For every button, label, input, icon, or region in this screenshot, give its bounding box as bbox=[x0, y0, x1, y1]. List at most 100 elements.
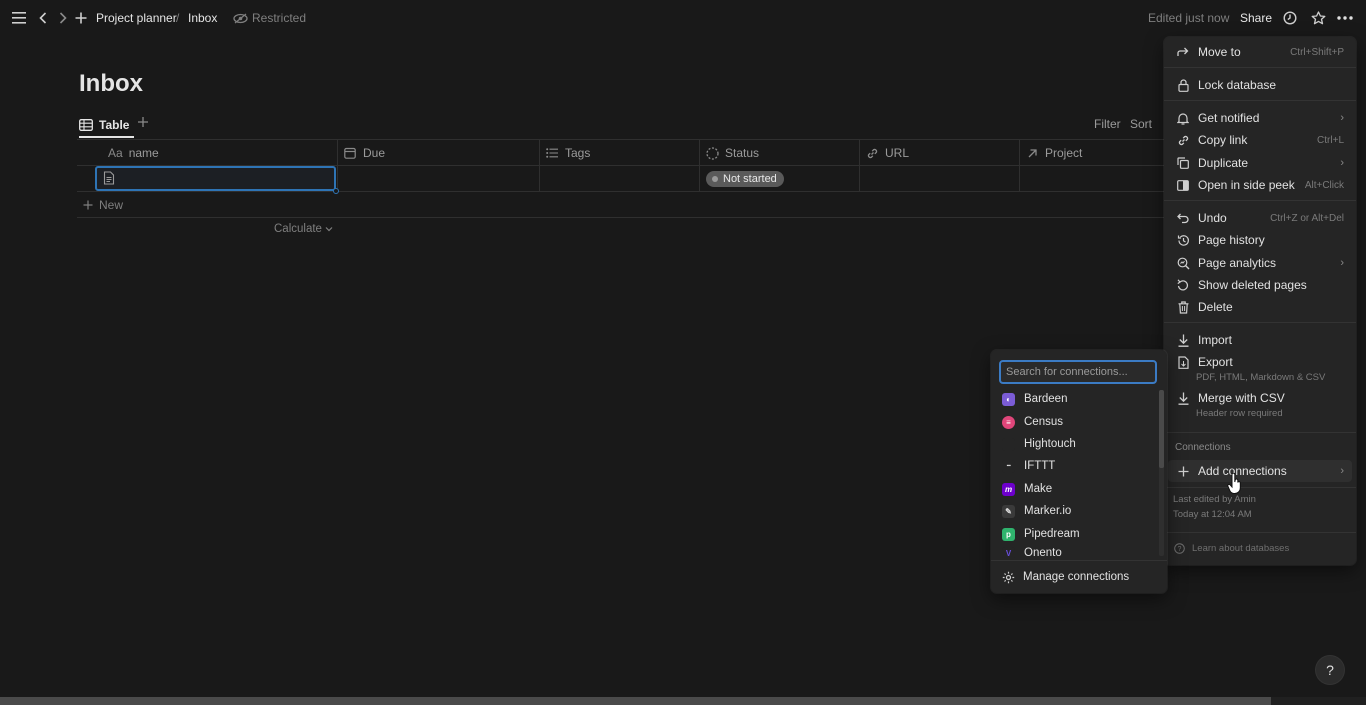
plus-icon[interactable] bbox=[72, 9, 90, 27]
column-divider bbox=[1019, 139, 1020, 191]
connections-search-input[interactable] bbox=[999, 360, 1157, 384]
menu-item-lock-database[interactable]: Lock database bbox=[1168, 74, 1352, 96]
undo-icon bbox=[1176, 211, 1190, 225]
shortcut-hint: Ctrl+L bbox=[1317, 134, 1344, 146]
connection-name: Census bbox=[1024, 416, 1063, 428]
breadcrumb-separator: / bbox=[176, 11, 180, 25]
duplicate-icon bbox=[1176, 156, 1190, 170]
menu-item-label: Delete bbox=[1198, 300, 1233, 314]
connection-item-bardeen[interactable]: ◐ Bardeen bbox=[997, 389, 1147, 409]
manage-connections-button[interactable]: Manage connections bbox=[997, 567, 1157, 587]
menu-item-import[interactable]: Import bbox=[1168, 329, 1352, 351]
name-cell-editor[interactable] bbox=[95, 166, 336, 191]
chevron-down-icon bbox=[325, 227, 333, 232]
import-icon bbox=[1176, 333, 1190, 347]
horizontal-scrollbar[interactable] bbox=[0, 697, 1271, 705]
column-header-label: Tags bbox=[565, 146, 591, 160]
column-header-url[interactable]: URL bbox=[865, 144, 909, 162]
connection-item-make[interactable]: m Make bbox=[997, 479, 1147, 499]
menu-item-open-side-peek[interactable]: Open in side peek Alt+Click bbox=[1168, 174, 1352, 196]
share-button[interactable]: Share bbox=[1240, 11, 1272, 25]
help-button[interactable]: ? bbox=[1316, 656, 1344, 684]
status-badge[interactable]: Not started bbox=[706, 171, 784, 187]
add-view-plus-icon[interactable] bbox=[137, 116, 151, 130]
column-header-tags[interactable]: Tags bbox=[545, 144, 590, 162]
help-circle-icon: ? bbox=[1174, 543, 1185, 554]
merge-csv-subtitle: Header row required bbox=[1196, 408, 1283, 419]
menu-item-merge-csv[interactable]: Merge with CSV bbox=[1168, 387, 1352, 409]
connection-name: Bardeen bbox=[1024, 393, 1068, 405]
shortcut-hint: Ctrl+Shift+P bbox=[1290, 46, 1344, 58]
bell-icon bbox=[1176, 111, 1190, 125]
menu-item-copy-link[interactable]: Copy link Ctrl+L bbox=[1168, 129, 1352, 151]
calculate-label: Calculate bbox=[274, 223, 322, 235]
column-header-status[interactable]: Status bbox=[705, 144, 759, 162]
menu-item-label: Export bbox=[1198, 355, 1233, 369]
last-edited-time: Today at 12:04 AM bbox=[1173, 509, 1252, 520]
bardeen-logo-icon: ◐ bbox=[1002, 392, 1015, 406]
menu-item-show-deleted-pages[interactable]: Show deleted pages bbox=[1168, 274, 1352, 296]
menu-item-label: Get notified bbox=[1198, 111, 1260, 125]
back-arrow-icon[interactable] bbox=[34, 9, 52, 27]
sort-button[interactable]: Sort bbox=[1130, 117, 1152, 131]
new-row-button[interactable]: New bbox=[83, 198, 123, 212]
learn-about-databases-link[interactable]: ? Learn about databases bbox=[1174, 543, 1289, 554]
calculate-button[interactable]: Calculate bbox=[274, 223, 333, 235]
shortcut-hint: Ctrl+Z or Alt+Del bbox=[1270, 212, 1344, 224]
new-row-label: New bbox=[99, 198, 124, 212]
menu-item-undo[interactable]: Undo Ctrl+Z or Alt+Del bbox=[1168, 207, 1352, 229]
page-title[interactable]: Inbox bbox=[79, 70, 143, 98]
chevron-right-icon: › bbox=[1340, 465, 1344, 477]
menu-item-label: Copy link bbox=[1198, 133, 1248, 147]
menu-item-export[interactable]: Export bbox=[1168, 351, 1352, 373]
connection-item-ifttt[interactable]: ▪▪▪ IFTTT bbox=[997, 456, 1147, 476]
menu-item-label: Undo bbox=[1198, 211, 1227, 225]
restricted-label[interactable]: Restricted bbox=[252, 11, 306, 25]
filter-button[interactable]: Filter bbox=[1094, 117, 1121, 131]
connections-scrollbar[interactable] bbox=[1159, 390, 1164, 468]
favorite-star-icon[interactable] bbox=[1309, 9, 1327, 27]
connection-item-census[interactable]: ≡ Census bbox=[997, 412, 1147, 432]
menu-item-label: Import bbox=[1198, 333, 1233, 347]
calendar-icon bbox=[343, 146, 357, 160]
cell-resize-handle[interactable] bbox=[333, 188, 339, 194]
connection-name: Onento bbox=[1024, 547, 1062, 558]
breadcrumb-page[interactable]: Inbox bbox=[188, 11, 217, 25]
menu-item-duplicate[interactable]: Duplicate › bbox=[1168, 152, 1352, 174]
status-icon bbox=[705, 146, 719, 160]
menu-item-label: Lock database bbox=[1198, 78, 1277, 92]
sidebar-menu-icon[interactable] bbox=[10, 9, 28, 27]
view-tab-table[interactable]: Table bbox=[79, 112, 129, 138]
column-header-project[interactable]: Project bbox=[1025, 144, 1082, 162]
lock-icon bbox=[1176, 78, 1190, 92]
menu-item-delete[interactable]: Delete bbox=[1168, 296, 1352, 318]
plus-icon bbox=[1176, 464, 1190, 478]
column-header-label: Status bbox=[725, 146, 760, 160]
forward-arrow-icon[interactable] bbox=[54, 9, 72, 27]
merge-download-icon bbox=[1176, 391, 1190, 405]
edited-status: Edited just now bbox=[1148, 11, 1230, 25]
column-header-label: URL bbox=[885, 146, 910, 160]
connection-item-onento[interactable]: V Onento bbox=[997, 546, 1147, 558]
link-icon bbox=[1176, 133, 1190, 147]
menu-divider bbox=[1164, 487, 1356, 488]
status-dot bbox=[712, 176, 718, 182]
trash-icon bbox=[1176, 300, 1190, 314]
connection-item-hightouch[interactable]: Hightouch bbox=[997, 434, 1147, 454]
menu-item-page-history[interactable]: Page history bbox=[1168, 229, 1352, 251]
menu-item-add-connections[interactable]: Add connections › bbox=[1168, 460, 1352, 482]
connections-heading: Connections bbox=[1175, 442, 1231, 453]
export-subtitle: PDF, HTML, Markdown & CSV bbox=[1196, 372, 1326, 383]
updates-clock-icon[interactable] bbox=[1281, 9, 1299, 27]
menu-item-move-to[interactable]: Move to Ctrl+Shift+P bbox=[1168, 41, 1352, 63]
breadcrumb-workspace[interactable]: Project planner bbox=[96, 11, 177, 25]
column-header-due[interactable]: Due bbox=[343, 144, 385, 162]
pipedream-logo-icon: p bbox=[1002, 527, 1015, 541]
learn-link-label: Learn about databases bbox=[1192, 543, 1290, 554]
column-header-name[interactable]: Aa name bbox=[108, 144, 159, 162]
more-options-icon[interactable] bbox=[1336, 9, 1354, 27]
menu-item-page-analytics[interactable]: Page analytics › bbox=[1168, 252, 1352, 274]
connection-item-pipedream[interactable]: p Pipedream bbox=[997, 524, 1147, 544]
menu-item-get-notified[interactable]: Get notified › bbox=[1168, 107, 1352, 129]
connection-item-markerio[interactable]: ✎ Marker.io bbox=[997, 501, 1147, 521]
